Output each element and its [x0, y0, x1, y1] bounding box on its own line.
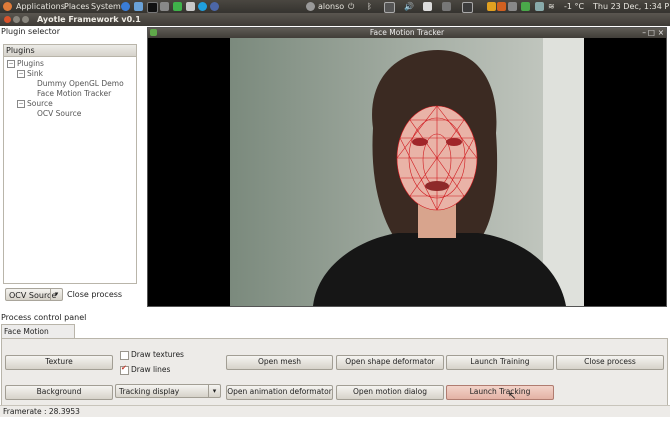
- panel-username[interactable]: alonso: [318, 1, 344, 12]
- mail-icon[interactable]: [423, 2, 432, 11]
- update-icon[interactable]: [497, 2, 506, 11]
- skype-icon[interactable]: [198, 2, 207, 11]
- battery-icon[interactable]: [508, 2, 517, 11]
- ubuntu-logo-icon[interactable]: [3, 2, 12, 11]
- source-combo[interactable]: OCV Source ▾: [5, 288, 63, 301]
- network-icon[interactable]: [384, 2, 395, 13]
- chat-icon[interactable]: [442, 2, 451, 11]
- tree-item-plugins[interactable]: − Plugins: [7, 59, 44, 68]
- launch-training-button[interactable]: Launch Training: [446, 355, 554, 370]
- framerate-label: Framerate : 28.3953: [3, 407, 80, 416]
- collapse-icon[interactable]: −: [7, 60, 15, 68]
- tree-item-source[interactable]: − Source: [17, 99, 53, 108]
- lock-icon[interactable]: [487, 2, 496, 11]
- camera-feed-image: [230, 38, 584, 306]
- maximize-icon[interactable]: □: [648, 28, 655, 38]
- menu-places[interactable]: Places: [64, 1, 89, 12]
- video-window-title: Face Motion Tracker – □ ×: [148, 28, 666, 38]
- tree-header[interactable]: Plugins: [4, 45, 136, 57]
- display-icon[interactable]: [462, 2, 473, 13]
- close-window-button[interactable]: [4, 16, 11, 23]
- camera-feed: [148, 38, 666, 306]
- menu-system[interactable]: System: [91, 1, 121, 12]
- open-shape-deformator-button[interactable]: Open shape deformator: [336, 355, 444, 370]
- sync-icon[interactable]: [535, 2, 544, 11]
- collapse-icon[interactable]: −: [17, 100, 25, 108]
- screenshot-icon[interactable]: [160, 2, 169, 11]
- wifi-icon[interactable]: ≋: [548, 1, 555, 12]
- close-process-link[interactable]: Close process: [67, 290, 122, 299]
- mouse-cursor-icon: ↖: [508, 391, 517, 402]
- terminal-icon[interactable]: [147, 2, 158, 13]
- open-motion-dialog-button[interactable]: Open motion dialog: [336, 385, 444, 400]
- weather-temperature[interactable]: -1 °C: [564, 1, 584, 12]
- open-mesh-button[interactable]: Open mesh: [226, 355, 333, 370]
- minimize-window-button[interactable]: [13, 16, 20, 23]
- tracking-display-value: Tracking display: [119, 387, 180, 396]
- launch-tracking-button[interactable]: Launch Tracking: [446, 385, 554, 400]
- open-animation-deformator-button[interactable]: Open animation deformator: [226, 385, 333, 400]
- draw-lines-checkbox[interactable]: [120, 364, 129, 375]
- maximize-window-button[interactable]: [22, 16, 29, 23]
- plugins-tree[interactable]: Plugins − Plugins − Sink Dummy OpenGL Demo…: [3, 44, 137, 284]
- close-process-button[interactable]: Close process: [556, 355, 664, 370]
- bluetooth-icon[interactable]: ᛒ: [367, 1, 372, 12]
- tree-item-dummy-opengl-demo[interactable]: Dummy OpenGL Demo: [37, 79, 124, 88]
- background-button[interactable]: Background: [5, 385, 113, 400]
- volume-icon[interactable]: 🔊: [404, 1, 414, 12]
- draw-textures-checkbox[interactable]: [120, 351, 129, 360]
- window-titlebar: Ayotle Framework v0.1: [0, 13, 670, 26]
- qt-icon[interactable]: [173, 2, 182, 11]
- tab-face-motion-tracker[interactable]: Face Motion Tracker: [1, 324, 75, 350]
- app-icon[interactable]: [186, 2, 195, 11]
- chevron-down-icon[interactable]: ▾: [50, 289, 62, 300]
- tree-item-sink[interactable]: − Sink: [17, 69, 43, 78]
- checkbox-tray-icon[interactable]: [521, 2, 530, 11]
- top-panel: Applications Places System alonso ⏻ ᛒ 🔊 …: [0, 0, 670, 13]
- power-icon[interactable]: ⏻: [348, 1, 354, 12]
- tracking-display-combo[interactable]: Tracking display ▾: [115, 384, 221, 398]
- collapse-icon[interactable]: −: [17, 70, 25, 78]
- help-icon[interactable]: [121, 2, 130, 11]
- user-icon: [306, 2, 315, 11]
- tree-item-face-motion-tracker[interactable]: Face Motion Tracker: [37, 89, 111, 98]
- plugin-selector-label: Plugin selector: [1, 27, 60, 36]
- minimize-icon[interactable]: –: [642, 28, 646, 38]
- status-bar: Framerate : 28.3953: [0, 405, 670, 417]
- video-window: Face Motion Tracker – □ ×: [147, 27, 667, 307]
- clock[interactable]: Thu 23 Dec, 1:34 PM: [593, 1, 670, 12]
- globe-icon[interactable]: [210, 2, 219, 11]
- tree-item-ocv-source[interactable]: OCV Source: [37, 109, 81, 118]
- qt-app-icon: [150, 29, 157, 36]
- chevron-down-icon[interactable]: ▾: [208, 385, 220, 397]
- window-title: Ayotle Framework v0.1: [37, 15, 141, 24]
- draw-textures-label: Draw textures: [131, 350, 184, 359]
- texture-button[interactable]: Texture: [5, 355, 113, 370]
- close-icon[interactable]: ×: [658, 28, 664, 38]
- menu-applications[interactable]: Applications: [16, 1, 65, 12]
- draw-lines-label: Draw lines: [131, 365, 171, 374]
- process-panel-label: Process control panel: [1, 313, 87, 322]
- browser-icon[interactable]: [134, 2, 143, 11]
